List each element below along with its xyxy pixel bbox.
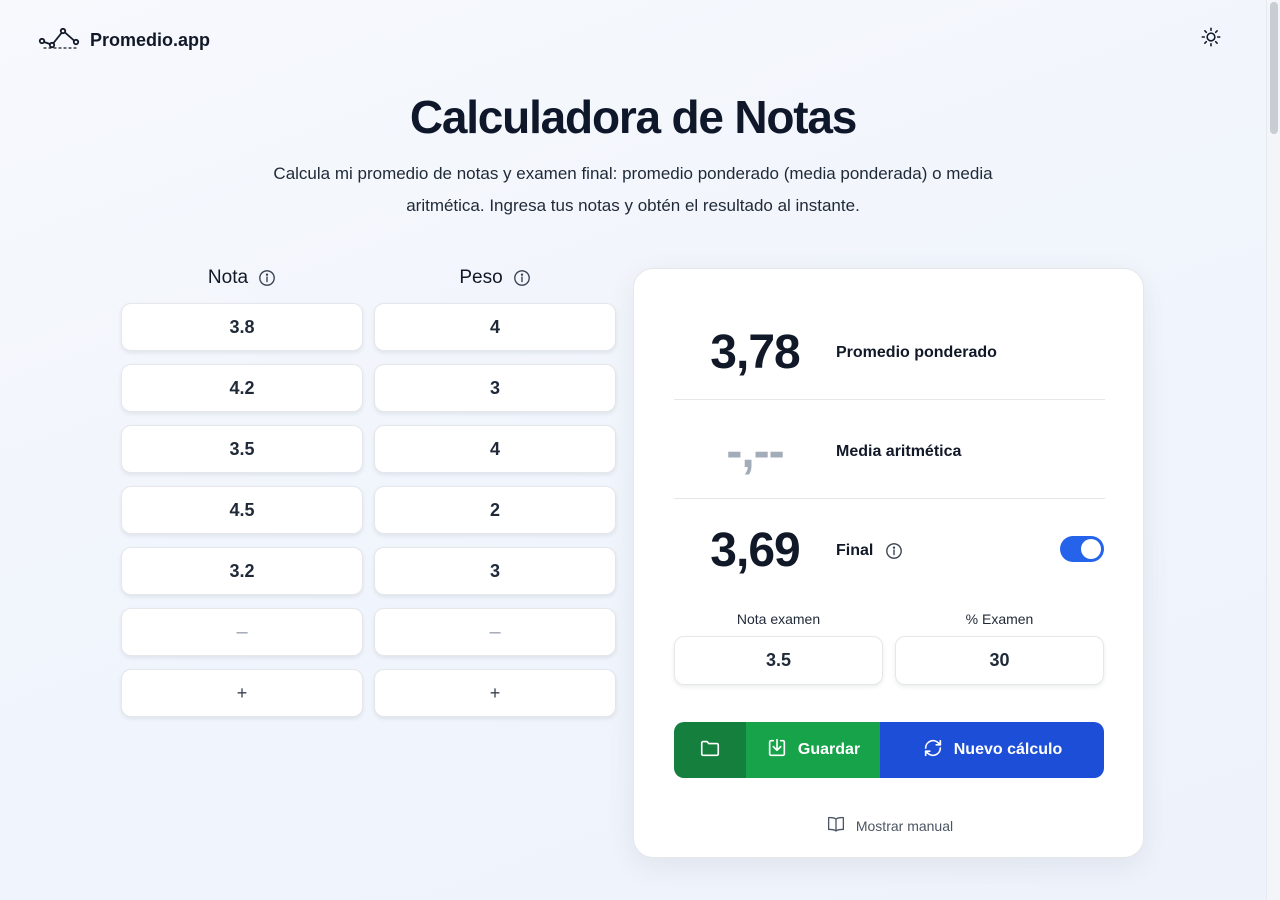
exam-percent-input[interactable]: 30 — [895, 636, 1104, 685]
nota-column-header: Nota — [121, 267, 363, 289]
nota-input[interactable]: 3.8 — [121, 303, 363, 351]
new-calculation-label: Nuevo cálculo — [953, 741, 1063, 758]
final-label-group: Final — [836, 542, 903, 560]
save-button-label: Guardar — [797, 741, 861, 758]
action-buttons: Guardar Nuevo cálculo — [674, 722, 1104, 778]
arithmetic-mean-label: Media aritmética — [836, 442, 962, 460]
final-row: 3,69 Final — [674, 523, 1105, 578]
add-nota-button[interactable]: + — [121, 669, 363, 717]
exam-grade-label: Nota examen — [736, 611, 821, 627]
weighted-average-row: 3,78 Promedio ponderado — [674, 325, 1105, 380]
info-icon[interactable] — [885, 542, 903, 560]
scrollbar-thumb[interactable] — [1270, 2, 1278, 134]
results-panel: 3,78 Promedio ponderado -,-- Media aritm… — [633, 268, 1144, 858]
show-manual-link[interactable]: Mostrar manual — [634, 815, 1145, 836]
page-subtitle: Calcula mi promedio de notas y examen fi… — [273, 164, 993, 215]
nota-input[interactable]: 3.2 — [121, 547, 363, 595]
info-icon[interactable] — [513, 269, 531, 287]
peso-input[interactable]: 2 — [374, 486, 616, 534]
peso-input[interactable]: 4 — [374, 425, 616, 473]
download-icon — [766, 737, 788, 764]
sun-icon — [1200, 26, 1222, 53]
empty-peso-input[interactable]: – — [374, 608, 616, 656]
peso-input[interactable]: 3 — [374, 364, 616, 412]
final-value: 3,69 — [710, 524, 800, 577]
empty-nota-input[interactable]: – — [121, 608, 363, 656]
peso-input[interactable]: 3 — [374, 547, 616, 595]
arithmetic-mean-row: -,-- Media aritmética — [674, 424, 1105, 479]
exam-grade-input[interactable]: 3.5 — [674, 636, 883, 685]
final-exam-toggle[interactable] — [1060, 536, 1104, 562]
nota-input[interactable]: 3.5 — [121, 425, 363, 473]
nota-input[interactable]: 4.5 — [121, 486, 363, 534]
show-manual-label: Mostrar manual — [855, 817, 954, 834]
divider — [674, 498, 1105, 499]
info-icon[interactable] — [258, 269, 276, 287]
toggle-knob — [1081, 539, 1101, 559]
brand[interactable]: Promedio.app — [38, 26, 210, 55]
arithmetic-mean-value: -,-- — [726, 425, 784, 478]
exam-percent-label: % Examen — [965, 611, 1034, 627]
line-chart-logo-icon — [38, 26, 80, 55]
weighted-average-value: 3,78 — [710, 326, 800, 379]
nota-header-label: Nota — [207, 267, 249, 288]
add-peso-button[interactable]: + — [374, 669, 616, 717]
page-scrollbar[interactable] — [1266, 0, 1280, 900]
peso-input[interactable]: 4 — [374, 303, 616, 351]
refresh-icon — [922, 737, 944, 764]
folder-icon — [699, 737, 721, 764]
theme-toggle-button[interactable] — [1198, 26, 1224, 52]
divider — [674, 399, 1105, 400]
book-icon — [826, 815, 846, 836]
open-folder-button[interactable] — [674, 722, 746, 778]
nota-input[interactable]: 4.2 — [121, 364, 363, 412]
page-title: Calculadora de Notas — [409, 91, 858, 143]
final-label: Final — [836, 541, 874, 559]
peso-column-header: Peso — [374, 267, 616, 289]
peso-header-label: Peso — [459, 267, 503, 288]
save-button[interactable]: Guardar — [746, 722, 880, 778]
weighted-average-label: Promedio ponderado — [836, 343, 997, 361]
new-calculation-button[interactable]: Nuevo cálculo — [880, 722, 1104, 778]
brand-name: Promedio.app — [90, 30, 211, 50]
